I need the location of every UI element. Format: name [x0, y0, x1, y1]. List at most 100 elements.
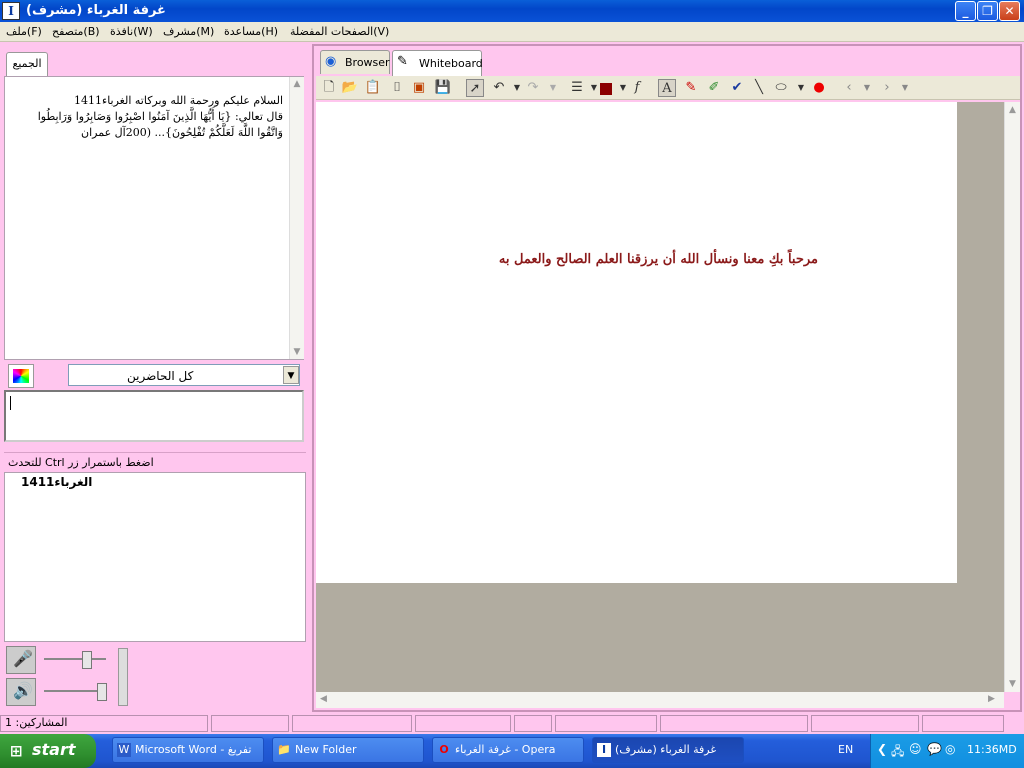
- chat-messages: السلام عليكم ورحمة الله وبركاته الغرباء1…: [5, 93, 287, 141]
- minimize-button[interactable]: _: [955, 1, 976, 21]
- scroll-down-icon[interactable]: ▼: [290, 347, 304, 357]
- record-icon[interactable]: ●: [810, 79, 828, 97]
- new-icon[interactable]: 🗋: [320, 79, 338, 97]
- menu-browser[interactable]: متصفح(B): [52, 25, 100, 38]
- users-list: الغرباء1411: [4, 472, 306, 642]
- chat-line: وَاتَّقُوا اللَّهَ لَعَلَّكُمْ تُفْلِحُو…: [81, 126, 283, 139]
- color-swatch[interactable]: [600, 83, 612, 95]
- speaker-icon: 🔊: [13, 681, 33, 700]
- menu-favorites[interactable]: الصفحات المفضلة(V): [290, 25, 389, 38]
- tab-browser-label: Browser: [345, 56, 390, 69]
- windows-logo-icon: ⊞: [10, 742, 23, 760]
- chevron-down-icon[interactable]: ▼: [283, 366, 299, 384]
- prev-page-icon[interactable]: ‹: [840, 79, 858, 97]
- whiteboard-vscroll[interactable]: ▲ ▼: [1004, 102, 1020, 692]
- pen-icon[interactable]: ✎: [682, 79, 700, 97]
- menu-help[interactable]: مساعدة(H): [224, 25, 278, 38]
- open-icon[interactable]: 📂: [341, 79, 359, 97]
- color-picker-button[interactable]: [8, 364, 34, 388]
- messenger-icon[interactable]: ☺: [909, 742, 922, 756]
- app-icon[interactable]: I: [2, 2, 20, 20]
- update-icon[interactable]: ◎: [945, 742, 955, 756]
- users-header: للتحدث Ctrl اضغط باستمرار زر: [4, 452, 306, 472]
- prev-dropdown-icon[interactable]: ▼: [858, 79, 876, 97]
- next-page-icon[interactable]: ›: [878, 79, 896, 97]
- mic-volume-slider[interactable]: [82, 651, 92, 669]
- chat-scrollbar[interactable]: ▲ ▼: [289, 77, 304, 359]
- status-cell: [660, 715, 808, 732]
- chat-log: السلام عليكم ورحمة الله وبركاته الغرباء1…: [4, 76, 304, 360]
- chat-tray-icon[interactable]: 💬: [927, 742, 942, 756]
- tab-whiteboard-label: Whiteboard: [419, 57, 483, 70]
- speaker-button[interactable]: 🔊: [6, 678, 36, 706]
- line-width-icon[interactable]: ☰: [568, 79, 586, 97]
- scroll-up-icon[interactable]: ▲: [290, 79, 304, 89]
- folder-icon: 📁: [277, 743, 291, 756]
- task-label: غرفة الغرباء - Opera: [455, 743, 556, 756]
- status-cell: [415, 715, 511, 732]
- task-label: Microsoft Word - تفريغ: [135, 743, 252, 756]
- speaker-volume-slider[interactable]: [97, 683, 107, 701]
- save-icon[interactable]: 💾: [434, 79, 452, 97]
- start-label: start: [32, 740, 76, 759]
- highlighter-icon[interactable]: ✐: [705, 79, 723, 97]
- status-cell: [514, 715, 552, 732]
- scroll-left-icon[interactable]: ◀: [320, 694, 327, 704]
- word-icon: W: [117, 743, 131, 757]
- start-button[interactable]: ⊞ start: [0, 734, 96, 768]
- close-button[interactable]: ✕: [999, 1, 1020, 21]
- restore-button[interactable]: ❐: [977, 1, 998, 21]
- network-icon[interactable]: 🖧: [891, 742, 904, 763]
- tab-all[interactable]: الجميع: [6, 52, 48, 76]
- redo-icon[interactable]: ↷: [524, 79, 542, 97]
- window-title: غرفة الغرباء (مشرف): [26, 3, 166, 18]
- next-dropdown-icon[interactable]: ▼: [896, 79, 914, 97]
- text-tool-icon[interactable]: A: [658, 79, 676, 97]
- close-icon: ✕: [1004, 4, 1015, 18]
- whiteboard-hscroll[interactable]: ◀ ▶: [316, 692, 1004, 708]
- system-tray: ❮ 🖧 ☺ 💬 ◎ 11:36MD: [870, 734, 1024, 768]
- whiteboard-canvas[interactable]: مرحباً بكِ معنا ونسأل الله أن يرزقنا الع…: [316, 102, 957, 583]
- scroll-down-icon[interactable]: ▼: [1005, 679, 1020, 689]
- menu-bar: الصفحات المفضلة(V) مساعدة(H) مشرف(M) ناف…: [0, 22, 1024, 42]
- font-icon[interactable]: f: [628, 79, 646, 97]
- whiteboard-icon: ✎: [397, 54, 408, 69]
- task-chatroom[interactable]: I غرفة الغرباء (مشرف): [592, 737, 744, 763]
- chat-line: قال تعالي: {يَا أَيُّهَا الَّذِينَ آمَنُ…: [37, 110, 283, 123]
- menu-file[interactable]: ملف(F): [6, 25, 42, 38]
- list-item[interactable]: الغرباء1411: [21, 475, 92, 489]
- message-input[interactable]: [4, 390, 304, 442]
- task-opera[interactable]: O غرفة الغرباء - Opera: [432, 737, 584, 763]
- scroll-right-icon[interactable]: ▶: [988, 694, 995, 704]
- recipient-select[interactable]: كل الحاضرين ▼: [68, 364, 300, 386]
- check-icon[interactable]: ✔: [728, 79, 746, 97]
- redo-dropdown-icon[interactable]: ▼: [544, 79, 562, 97]
- capture-icon[interactable]: ⌷: [388, 79, 406, 97]
- task-label: New Folder: [295, 743, 357, 756]
- task-word[interactable]: W Microsoft Word - تفريغ: [112, 737, 264, 763]
- status-cell: [811, 715, 919, 732]
- tray-chevron-icon[interactable]: ❮: [877, 742, 887, 756]
- tab-browser[interactable]: ◉ Browser: [320, 50, 390, 74]
- palette-icon: [13, 369, 29, 383]
- microphone-button[interactable]: 🎤: [6, 646, 36, 674]
- paste-icon[interactable]: 📋: [364, 79, 382, 97]
- browser-icon: ◉: [325, 54, 337, 69]
- tab-whiteboard[interactable]: ✎ Whiteboard: [392, 50, 483, 76]
- pointer-icon[interactable]: ➚: [466, 79, 484, 97]
- line-icon[interactable]: ╲: [750, 79, 768, 97]
- language-indicator[interactable]: EN: [838, 743, 853, 756]
- ellipse-icon[interactable]: ⬭: [772, 79, 790, 97]
- minimize-icon: _: [962, 4, 969, 18]
- menu-window[interactable]: نافذة(W): [110, 25, 153, 38]
- undo-icon[interactable]: ↶: [490, 79, 508, 97]
- shape-dropdown-icon[interactable]: ▼: [792, 79, 810, 97]
- title-bar[interactable]: I غرفة الغرباء (مشرف) _ ❐ ✕: [0, 0, 1024, 22]
- status-cell: [211, 715, 289, 732]
- scroll-up-icon[interactable]: ▲: [1005, 105, 1020, 115]
- task-folder[interactable]: 📁 New Folder: [272, 737, 424, 763]
- menu-moderator[interactable]: مشرف(M): [163, 25, 214, 38]
- slide-icon[interactable]: ▣: [410, 79, 428, 97]
- mic-volume-track[interactable]: [44, 658, 106, 660]
- clock: 11:36MD: [967, 743, 1017, 756]
